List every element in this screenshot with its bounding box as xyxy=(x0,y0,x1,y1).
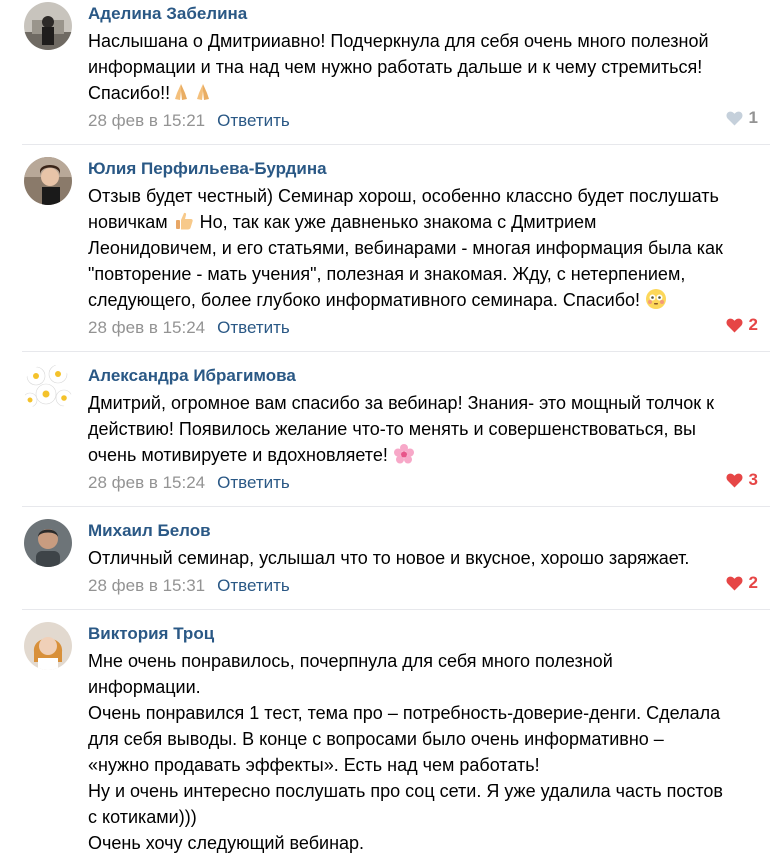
comment-line: Отзыв будет честный) Семинар хорош, особ… xyxy=(88,186,719,206)
comment-meta: 28 фев в 15:21 Ответить 1 xyxy=(88,108,770,134)
comment-date[interactable]: 28 фев в 15:24 xyxy=(88,318,205,338)
comment-author[interactable]: Аделина Забелина xyxy=(88,2,770,25)
reply-button[interactable]: Ответить xyxy=(217,111,290,131)
comment-line: Ну и очень интересно послушать про соц с… xyxy=(88,781,723,801)
heart-icon xyxy=(726,473,743,487)
comment-text: Мне очень понравилось, почерпнула для се… xyxy=(88,648,770,856)
comment-text: Дмитрий, огромное вам спасибо за вебинар… xyxy=(88,390,770,468)
reply-button[interactable]: Ответить xyxy=(217,473,290,493)
comment-line: "повторение - мать учения", полезная и з… xyxy=(88,264,686,284)
like-count: 2 xyxy=(748,315,758,334)
comment-text: Отзыв будет честный) Семинар хорош, особ… xyxy=(88,183,770,313)
avatar[interactable] xyxy=(24,519,72,567)
comment-author[interactable]: Юлия Перфильева-Бурдина xyxy=(88,157,770,180)
comment-date[interactable]: 28 фев в 15:21 xyxy=(88,111,205,131)
like-button[interactable]: 3 xyxy=(726,470,758,490)
heart-icon xyxy=(726,111,743,125)
avatar[interactable] xyxy=(24,157,72,205)
praying-hands-icon xyxy=(175,84,188,100)
comments-list: Аделина Забелина Наслышана о Дмитрииавно… xyxy=(0,0,780,856)
comment-line: с котиками))) xyxy=(88,807,197,827)
comment-line: информации. xyxy=(88,677,201,697)
comment-line: Но, так как уже давненько знакома с Дмит… xyxy=(199,212,597,232)
like-count: 1 xyxy=(748,108,758,127)
reply-button[interactable]: Ответить xyxy=(217,576,290,596)
like-count: 3 xyxy=(748,470,758,489)
reply-button[interactable]: Ответить xyxy=(217,318,290,338)
comment-line: Отличный семинар, услышал что то новое и… xyxy=(88,548,690,568)
comment-meta: 28 фев в 15:24 Ответить 3 xyxy=(88,470,770,496)
thumbs-up-icon xyxy=(175,212,193,230)
comment-line: Очень хочу следующий вебинар. xyxy=(88,833,365,853)
comment-meta: 28 фев в 15:24 Ответить 2 xyxy=(88,315,770,341)
comment: Александра Ибрагимова Дмитрий, огромное … xyxy=(22,352,770,507)
like-button[interactable]: 2 xyxy=(726,315,758,335)
like-count: 2 xyxy=(748,573,758,592)
comment-author[interactable]: Михаил Белов xyxy=(88,519,770,542)
comment: Юлия Перфильева-Бурдина Отзыв будет чест… xyxy=(22,145,770,352)
comment-line: очень мотивируете и вдохновляете! xyxy=(88,445,388,465)
comment-line: Спасибо!! xyxy=(88,83,171,103)
like-button[interactable]: 2 xyxy=(726,573,758,593)
comment-line: «нужно продавать эффекты». Есть над чем … xyxy=(88,755,540,775)
comment-line: Очень понравился 1 тест, тема про – потр… xyxy=(88,703,721,723)
avatar[interactable] xyxy=(24,2,72,50)
flushed-face-icon xyxy=(646,289,667,309)
avatar[interactable] xyxy=(24,364,72,412)
comment-author[interactable]: Александра Ибрагимова xyxy=(88,364,770,387)
comment-line: для себя выводы. В конце с вопросами был… xyxy=(88,729,664,749)
comment-line: новичкам xyxy=(88,212,168,232)
praying-hands-icon xyxy=(197,84,210,100)
comment: Михаил Белов Отличный семинар, услышал ч… xyxy=(22,507,770,610)
comment-line: Мне очень понравилось, почерпнула для се… xyxy=(88,651,613,671)
comment-date[interactable]: 28 фев в 15:31 xyxy=(88,576,205,596)
like-button[interactable]: 1 xyxy=(726,108,758,128)
comment-line: Леонидовичем, и его статьями, вебинарами… xyxy=(88,238,723,258)
avatar[interactable] xyxy=(24,622,72,670)
comment-line: действию! Появилось желание что-то менят… xyxy=(88,419,696,439)
comment-line: Дмитрий, огромное вам спасибо за вебинар… xyxy=(88,393,715,413)
heart-icon xyxy=(726,318,743,332)
comment-author[interactable]: Виктория Троц xyxy=(88,622,770,645)
comment-line: информации и тна над чем нужно работать … xyxy=(88,57,703,77)
comment-line: следующего, более глубоко информативного… xyxy=(88,290,641,310)
comment: Виктория Троц Мне очень понравилось, поч… xyxy=(22,610,770,856)
comment-date[interactable]: 28 фев в 15:24 xyxy=(88,473,205,493)
comment-text: Отличный семинар, услышал что то новое и… xyxy=(88,545,770,571)
heart-icon xyxy=(726,576,743,590)
cherry-blossom-icon xyxy=(393,444,414,464)
comment-meta: 28 фев в 15:31 Ответить 2 xyxy=(88,573,770,599)
comment-line: Наслышана о Дмитрииавно! Подчеркнула для… xyxy=(88,31,709,51)
comment: Аделина Забелина Наслышана о Дмитрииавно… xyxy=(22,0,770,145)
comment-text: Наслышана о Дмитрииавно! Подчеркнула для… xyxy=(88,28,770,106)
